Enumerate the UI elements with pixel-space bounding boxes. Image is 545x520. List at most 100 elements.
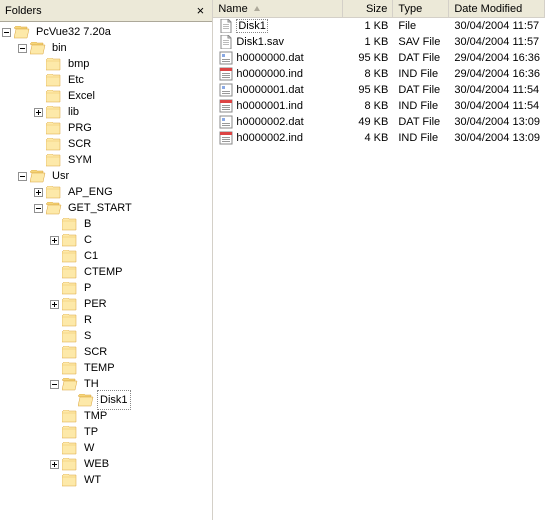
tree-item[interactable]: WEB (2, 456, 212, 472)
folder-icon (30, 170, 46, 183)
tree-item[interactable]: WT (2, 472, 212, 488)
file-date: 30/04/2004 11:54 (449, 84, 545, 96)
column-date[interactable]: Date Modified (449, 0, 545, 17)
file-size: 49 KB (343, 116, 393, 128)
expand-spacer (50, 348, 59, 357)
tree-label[interactable]: WT (81, 470, 104, 490)
column-size-label: Size (366, 3, 387, 15)
tree-item[interactable]: PRG (2, 120, 212, 136)
expand-toggle[interactable] (2, 28, 11, 37)
expand-spacer (34, 76, 43, 85)
file-name[interactable]: h0000000.ind (236, 68, 303, 80)
tree-label[interactable]: PcVue32 7.20a (33, 22, 114, 42)
file-icon (218, 66, 234, 82)
file-row[interactable]: h0000001.dat95 KBDAT File30/04/2004 11:5… (213, 82, 545, 98)
file-name[interactable]: h0000002.dat (236, 116, 303, 128)
file-type: File (393, 20, 449, 32)
file-row[interactable]: h0000000.ind8 KBIND File29/04/2004 16:36 (213, 66, 545, 82)
tree-item[interactable]: bin (2, 40, 212, 56)
expand-spacer (50, 268, 59, 277)
tree-item[interactable]: TMP (2, 408, 212, 424)
folder-icon (62, 218, 78, 231)
file-name[interactable]: h0000001.ind (236, 100, 303, 112)
file-size: 8 KB (343, 100, 393, 112)
close-icon[interactable]: × (193, 3, 207, 18)
tree-label[interactable]: GET_START (65, 198, 135, 218)
file-row[interactable]: h0000002.ind4 KBIND File30/04/2004 13:09 (213, 130, 545, 146)
expand-toggle[interactable] (34, 188, 43, 197)
file-list[interactable]: Disk1 1 KBFile30/04/2004 11:57 Disk1.sav1 … (213, 18, 545, 520)
expand-spacer (50, 412, 59, 421)
tree-item[interactable]: R (2, 312, 212, 328)
file-icon (218, 98, 234, 114)
file-row[interactable]: h0000001.ind 8 KBIND File30/04/2004 11:54 (213, 98, 545, 114)
expand-spacer (50, 220, 59, 229)
folder-icon (62, 330, 78, 343)
expand-toggle[interactable] (50, 236, 59, 245)
tree-item[interactable]: PcVue32 7.20a (2, 24, 212, 40)
expand-spacer (50, 284, 59, 293)
expand-spacer (66, 396, 75, 405)
expand-toggle[interactable] (50, 380, 59, 389)
expand-toggle[interactable] (50, 300, 59, 309)
folder-icon (62, 234, 78, 247)
tree-item[interactable]: CTEMP (2, 264, 212, 280)
folder-icon (46, 186, 62, 199)
expand-toggle[interactable] (50, 460, 59, 469)
tree-item[interactable]: bmp (2, 56, 212, 72)
tree-item[interactable]: Etc (2, 72, 212, 88)
folder-icon (62, 314, 78, 327)
folder-icon (46, 90, 62, 103)
file-date: 30/04/2004 13:09 (449, 132, 545, 144)
expand-spacer (34, 124, 43, 133)
file-row[interactable]: h0000000.dat95 KBDAT File29/04/2004 16:3… (213, 50, 545, 66)
tree-item[interactable]: SYM (2, 152, 212, 168)
column-size[interactable]: Size (343, 0, 393, 17)
tree-item[interactable]: GET_START (2, 200, 212, 216)
folder-icon (46, 74, 62, 87)
expand-toggle[interactable] (18, 172, 27, 181)
column-type[interactable]: Type (393, 0, 449, 17)
folders-header: Folders × (0, 0, 212, 22)
folder-icon (62, 378, 78, 391)
file-name[interactable]: Disk1 (236, 19, 268, 33)
tree-item[interactable]: TP (2, 424, 212, 440)
file-date: 30/04/2004 11:57 (449, 20, 545, 32)
expand-toggle[interactable] (34, 108, 43, 117)
folder-icon (62, 250, 78, 263)
expand-spacer (50, 476, 59, 485)
file-size: 1 KB (343, 20, 393, 32)
file-icon (218, 18, 234, 34)
tree-item[interactable]: TEMP (2, 360, 212, 376)
file-row[interactable]: Disk1.sav1 KBSAV File30/04/2004 11:57 (213, 34, 545, 50)
folder-icon (46, 106, 62, 119)
file-list-header: Name Size Type Date Modified (213, 0, 545, 18)
file-size: 8 KB (343, 68, 393, 80)
file-icon (218, 130, 234, 146)
file-date: 30/04/2004 11:54 (449, 100, 545, 112)
file-row[interactable]: h0000002.dat49 KBDAT File30/04/2004 13:0… (213, 114, 545, 130)
tree-item[interactable]: SCR (2, 136, 212, 152)
tree-item[interactable]: Excel (2, 88, 212, 104)
column-name[interactable]: Name (213, 0, 343, 17)
file-type: IND File (393, 100, 449, 112)
file-name[interactable]: h0000000.dat (236, 52, 303, 64)
sort-asc-icon (254, 6, 260, 11)
tree-item[interactable]: PER (2, 296, 212, 312)
file-date: 30/04/2004 13:09 (449, 116, 545, 128)
expand-toggle[interactable] (18, 44, 27, 53)
expand-toggle[interactable] (34, 204, 43, 213)
file-type: DAT File (393, 84, 449, 96)
tree-item[interactable]: B (2, 216, 212, 232)
file-date: 29/04/2004 16:36 (449, 68, 545, 80)
column-date-label: Date Modified (454, 3, 522, 15)
file-name[interactable]: h0000001.dat (236, 84, 303, 96)
folders-pane: Folders × PcVue32 7.20abinbmpEtcExcellib… (0, 0, 213, 520)
tree-item[interactable]: C (2, 232, 212, 248)
folder-tree[interactable]: PcVue32 7.20abinbmpEtcExcellibPRGSCRSYMU… (0, 22, 212, 520)
file-row[interactable]: Disk1 1 KBFile30/04/2004 11:57 (213, 18, 545, 34)
file-name[interactable]: h0000002.ind (236, 132, 303, 144)
file-name[interactable]: Disk1.sav (236, 36, 284, 48)
tree-item[interactable]: lib (2, 104, 212, 120)
file-date: 29/04/2004 16:36 (449, 52, 545, 64)
